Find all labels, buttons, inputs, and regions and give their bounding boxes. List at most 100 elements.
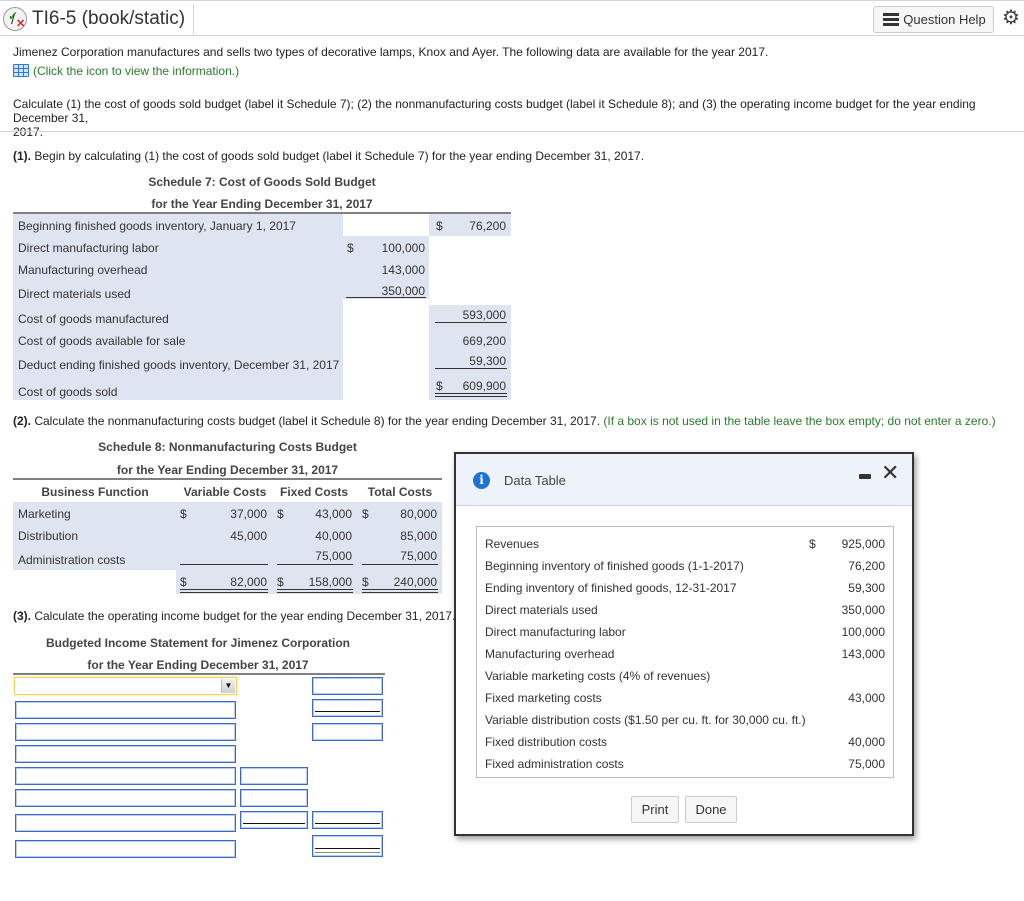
- value: 80,000: [400, 507, 437, 521]
- gear-icon[interactable]: ⚙: [1002, 8, 1020, 28]
- amount-input[interactable]: [240, 789, 308, 807]
- currency: $: [180, 507, 187, 521]
- income-statement-title: Budgeted Income Statement for Jimenez Co…: [45, 636, 351, 650]
- label-input[interactable]: [15, 701, 236, 719]
- value: 593,000: [462, 308, 506, 322]
- minimize-icon[interactable]: [859, 474, 871, 479]
- value: 350,000: [381, 284, 425, 298]
- value: 143,000: [381, 263, 425, 277]
- table-row: Manufacturing overhead 143,000: [477, 643, 893, 665]
- part3-prompt: (3). Calculate the operating income budg…: [13, 609, 455, 623]
- instructions-line-2: 2017.: [13, 125, 44, 139]
- data-table-dialog: i Data Table ✕ Revenues $ 925,000 Beginn…: [454, 452, 914, 836]
- amount-input[interactable]: [240, 811, 308, 829]
- data-table: Revenues $ 925,000 Beginning inventory o…: [476, 526, 894, 778]
- intro-text: Jimenez Corporation manufactures and sel…: [13, 45, 769, 59]
- header-bar: ✓ / ✕ TI6-5 (book/static) Question Help ⚙: [0, 0, 1024, 36]
- print-button[interactable]: Print: [631, 796, 679, 823]
- done-button[interactable]: Done: [685, 796, 737, 823]
- label-input[interactable]: [15, 723, 236, 741]
- col-header: Variable Costs: [183, 485, 267, 499]
- label-input[interactable]: [15, 745, 236, 763]
- list-icon: [880, 13, 900, 26]
- underline: [435, 322, 507, 323]
- table-row: Fixed administration costs 75,000: [477, 753, 893, 775]
- question-help-button[interactable]: Question Help: [873, 6, 994, 33]
- underline: [435, 368, 507, 369]
- row-label: Direct materials used: [485, 603, 598, 617]
- double-underline: [180, 589, 268, 593]
- page-title: TI6-5 (book/static): [32, 8, 186, 29]
- amount-input[interactable]: [312, 699, 383, 717]
- part3-prefix: (3).: [13, 609, 31, 623]
- amount-input[interactable]: [312, 723, 383, 741]
- value: 75,000: [315, 549, 352, 563]
- currency: $: [809, 537, 816, 551]
- row-label: Administration costs: [18, 553, 126, 567]
- table-row: Ending inventory of finished goods, 12-3…: [477, 577, 893, 599]
- row-value: 76,200: [848, 559, 885, 573]
- part2-prompt-text: Calculate the nonmanufacturing costs bud…: [34, 414, 601, 428]
- row-label: Fixed marketing costs: [485, 691, 602, 705]
- table-row: Direct manufacturing labor 100,000: [477, 621, 893, 643]
- currency: $: [347, 241, 354, 255]
- row-label: Direct manufacturing labor: [18, 241, 159, 255]
- table-row: Beginning inventory of finished goods (1…: [477, 555, 893, 577]
- table-row: Variable distribution costs ($1.50 per c…: [477, 709, 893, 731]
- double-underline: [277, 589, 353, 593]
- close-icon[interactable]: ✕: [881, 462, 899, 484]
- schedule7-subtitle: for the Year Ending December 31, 2017: [151, 197, 373, 211]
- value: 85,000: [400, 529, 437, 543]
- underline: [277, 564, 353, 565]
- col-header: Business Function: [41, 485, 149, 499]
- income-statement-subtitle: for the Year Ending December 31, 2017: [87, 658, 309, 672]
- value: 158,000: [308, 575, 352, 589]
- dropdown-arrow-icon[interactable]: ▼: [221, 679, 235, 693]
- title-area: ✓ / ✕ TI6-5 (book/static): [3, 4, 195, 34]
- row-value: 143,000: [841, 647, 885, 661]
- schedule8-title: Schedule 8: Nonmanufacturing Costs Budge…: [98, 440, 357, 454]
- double-underline: [362, 589, 438, 593]
- row-value: 350,000: [841, 603, 885, 617]
- part1-prefix: (1).: [13, 149, 31, 163]
- line-item-dropdown[interactable]: ▼: [14, 677, 237, 695]
- row-label: Beginning finished goods inventory, Janu…: [18, 219, 296, 233]
- value: 609,900: [462, 379, 506, 393]
- row-label: Fixed distribution costs: [485, 735, 608, 749]
- currency: $: [180, 575, 187, 589]
- row-label: Deduct ending finished goods inventory, …: [18, 358, 340, 372]
- table-row: Fixed distribution costs 40,000: [477, 731, 893, 753]
- value: 37,000: [230, 507, 267, 521]
- value: 75,000: [400, 549, 437, 563]
- row-value: 100,000: [841, 625, 885, 639]
- row-label: Ending inventory of finished goods, 12-3…: [485, 581, 737, 595]
- amount-input[interactable]: [312, 811, 383, 829]
- label-input[interactable]: [15, 840, 236, 858]
- value: 82,000: [230, 575, 267, 589]
- info-link-text: (Click the icon to view the information.…: [33, 64, 240, 78]
- amount-input[interactable]: [312, 835, 383, 857]
- value: 100,000: [381, 241, 425, 255]
- label-input[interactable]: [15, 767, 236, 785]
- row-label: Marketing: [18, 507, 71, 521]
- label-input[interactable]: [15, 814, 236, 832]
- amount-input[interactable]: [240, 767, 308, 785]
- currency: $: [277, 507, 284, 521]
- row-label: Manufacturing overhead: [485, 647, 615, 661]
- currency: $: [277, 575, 284, 589]
- part1-prompt: (1). Begin by calculating (1) the cost o…: [13, 149, 644, 163]
- table-icon[interactable]: [13, 64, 29, 77]
- col-header: Total Costs: [367, 485, 433, 499]
- value: 59,300: [469, 354, 506, 368]
- row-value: 75,000: [848, 757, 885, 771]
- dialog-header: i Data Table ✕: [456, 454, 912, 506]
- amount-input[interactable]: [312, 677, 383, 695]
- row-value: 43,000: [848, 691, 885, 705]
- info-link[interactable]: (Click the icon to view the information.…: [13, 64, 239, 78]
- label-input[interactable]: [15, 789, 236, 807]
- part2-prompt: (2). Calculate the nonmanufacturing cost…: [13, 414, 996, 428]
- currency: $: [362, 575, 369, 589]
- row-label: Fixed administration costs: [485, 757, 624, 771]
- row-label: Direct manufacturing labor: [485, 625, 626, 639]
- table-row: Revenues $ 925,000: [477, 533, 893, 555]
